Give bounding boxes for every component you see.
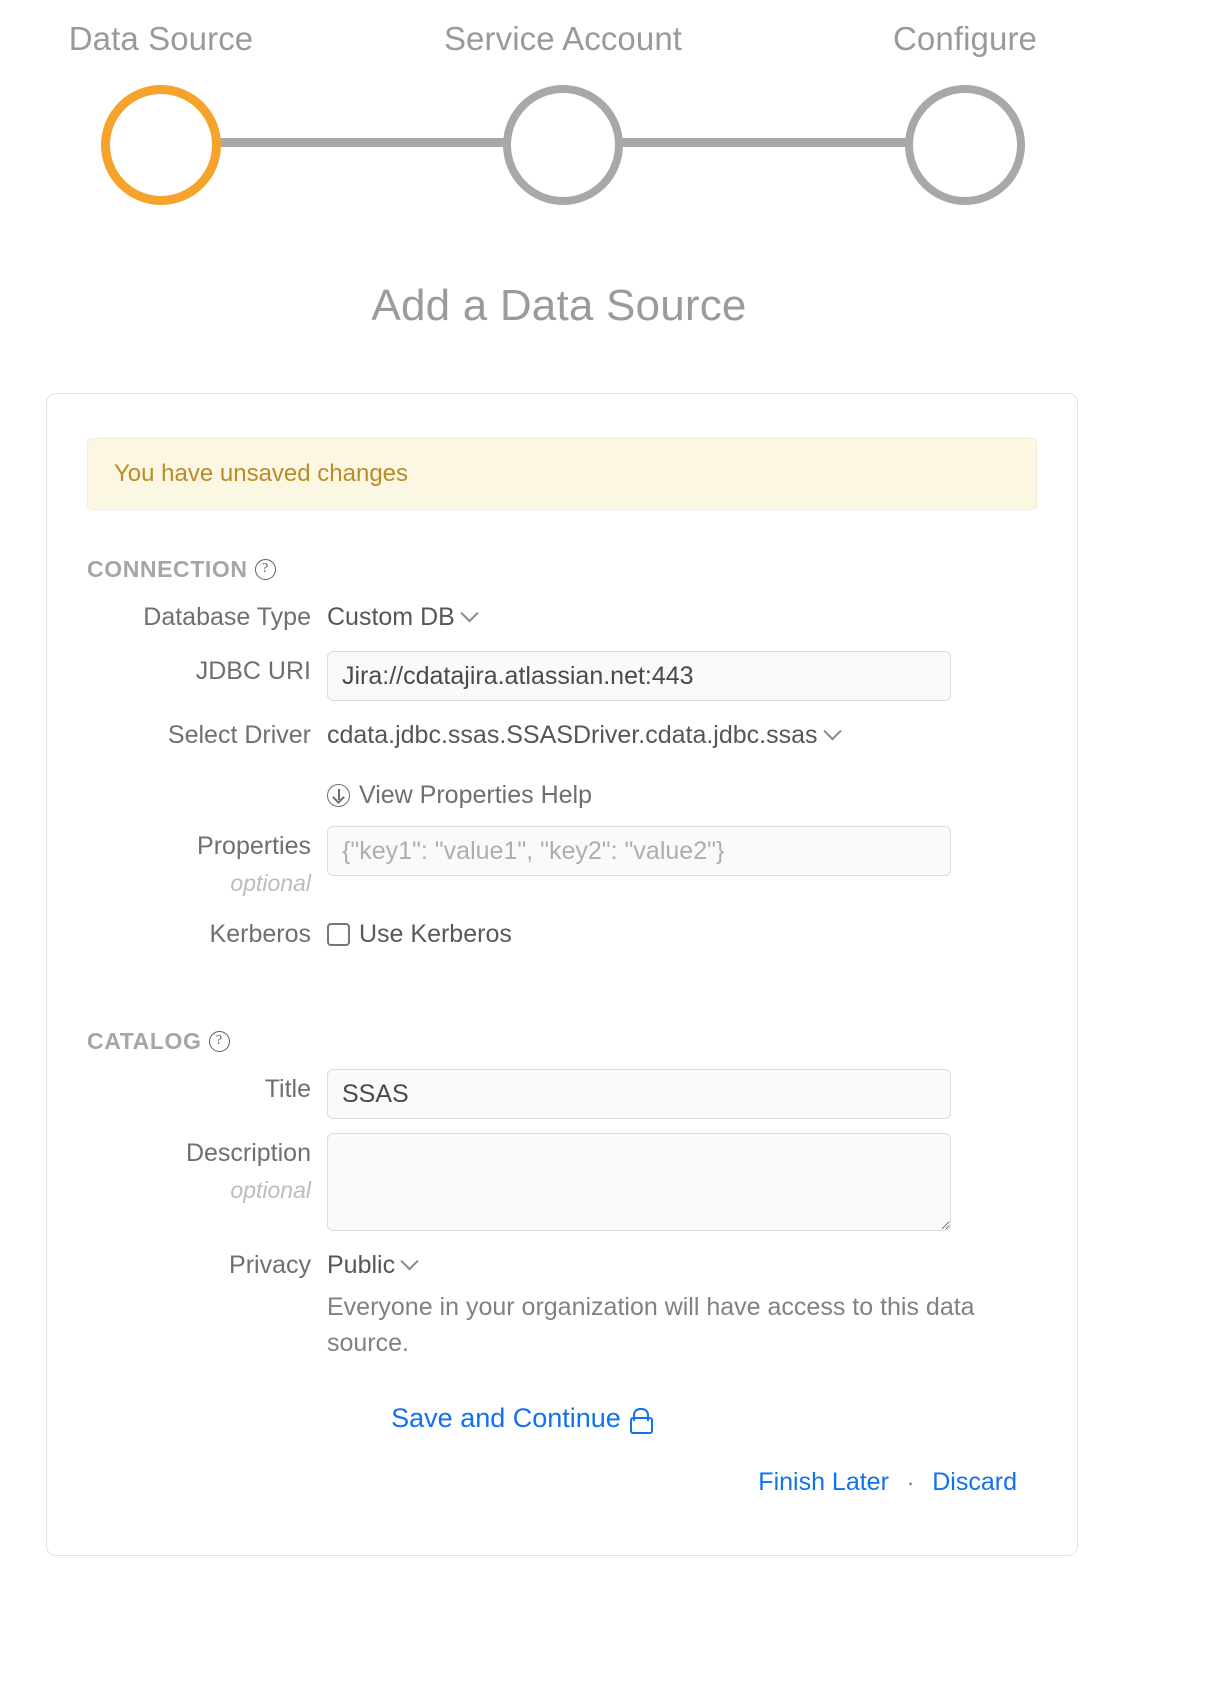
catalog-section-header: CATALOG ? — [87, 1028, 1077, 1055]
stepper-label-data-source: Data Source — [68, 20, 254, 57]
view-properties-help-link[interactable]: View Properties Help — [327, 781, 592, 810]
row-jdbc-uri: JDBC URI — [47, 651, 1077, 701]
stepper-node-data-source[interactable] — [101, 85, 221, 205]
description-textarea[interactable] — [327, 1133, 951, 1231]
select-driver-select[interactable]: cdata.jdbc.ssas.SSASDriver.cdata.jdbc.ss… — [327, 715, 842, 755]
row-title: Title — [47, 1069, 1077, 1119]
privacy-value: Public — [327, 1251, 396, 1279]
stepper-node-service-account[interactable] — [503, 85, 623, 205]
description-label-text: Description — [185, 1139, 311, 1167]
row-kerberos: Kerberos Use Kerberos — [47, 914, 1077, 954]
save-and-continue-label: Save and Continue — [391, 1403, 621, 1433]
row-database-type: Database Type Custom DB — [47, 597, 1077, 637]
finish-later-button[interactable]: Finish Later — [758, 1468, 889, 1497]
select-driver-value: cdata.jdbc.ssas.SSASDriver.cdata.jdbc.ss… — [327, 721, 818, 749]
properties-optional-text: optional — [230, 870, 311, 896]
description-optional-text: optional — [230, 1177, 311, 1203]
view-properties-help-label: View Properties Help — [359, 781, 592, 809]
actions-separator: · — [906, 1469, 915, 1495]
description-label: Description optional — [47, 1133, 327, 1207]
lock-icon — [629, 1407, 653, 1434]
row-privacy: Privacy Public Everyone in your organiza… — [47, 1245, 1077, 1361]
wizard-stepper: Data Source Service Account Configure — [0, 0, 1118, 215]
stepper-label-service-account: Service Account — [443, 20, 683, 57]
database-type-select[interactable]: Custom DB — [327, 597, 479, 637]
download-circle-icon — [327, 784, 350, 807]
chevron-down-icon — [822, 721, 842, 740]
properties-input[interactable] — [327, 826, 951, 876]
chevron-down-icon — [400, 1251, 419, 1270]
chevron-down-icon — [460, 603, 479, 622]
primary-actions: Save and Continue — [47, 1403, 1077, 1434]
page-title: Add a Data Source — [371, 281, 747, 330]
catalog-section-title: CATALOG — [87, 1028, 202, 1054]
row-properties-help: View Properties Help — [47, 769, 1077, 812]
use-kerberos-checkbox[interactable] — [327, 922, 350, 946]
properties-help-field: View Properties Help — [327, 769, 1077, 812]
privacy-select[interactable]: Public — [327, 1245, 419, 1285]
kerberos-label: Kerberos — [209, 920, 311, 948]
title-label: Title — [264, 1075, 311, 1103]
database-type-field: Custom DB — [327, 597, 1077, 637]
title-input[interactable] — [327, 1069, 951, 1119]
select-driver-field: cdata.jdbc.ssas.SSASDriver.cdata.jdbc.ss… — [327, 715, 1077, 755]
privacy-field: Public Everyone in your organization wil… — [327, 1245, 1077, 1361]
description-field — [327, 1133, 1077, 1231]
title-field — [327, 1069, 1077, 1119]
connection-section-title: CONNECTION — [87, 556, 248, 582]
data-source-form-card: You have unsaved changes CONNECTION ? Da… — [46, 393, 1078, 1556]
use-kerberos-checkbox-wrap[interactable]: Use Kerberos — [327, 914, 512, 954]
privacy-label: Privacy — [229, 1251, 311, 1279]
jdbc-uri-label: JDBC URI — [195, 657, 311, 685]
kerberos-field: Use Kerberos — [327, 914, 1077, 954]
stepper-node-configure[interactable] — [905, 85, 1025, 205]
unsaved-changes-text: You have unsaved changes — [114, 460, 409, 487]
jdbc-uri-input[interactable] — [327, 651, 951, 701]
row-select-driver: Select Driver cdata.jdbc.ssas.SSASDriver… — [47, 715, 1077, 755]
stepper-labels: Data Source Service Account Configure — [0, 20, 1118, 70]
question-circle-icon[interactable]: ? — [254, 559, 276, 580]
stepper-label-configure: Configure — [893, 20, 1037, 57]
database-type-value: Custom DB — [327, 603, 455, 631]
row-properties: Properties optional — [47, 826, 1077, 900]
secondary-actions: Finish Later · Discard — [47, 1468, 1077, 1497]
discard-button[interactable]: Discard — [932, 1468, 1017, 1497]
properties-field — [327, 826, 1077, 876]
row-description: Description optional — [47, 1133, 1077, 1231]
save-and-continue-button[interactable]: Save and Continue — [391, 1403, 653, 1434]
properties-label-text: Properties — [197, 832, 311, 860]
unsaved-changes-banner: You have unsaved changes — [87, 438, 1037, 510]
privacy-description: Everyone in your organization will have … — [327, 1293, 975, 1357]
database-type-label: Database Type — [143, 603, 311, 631]
properties-label: Properties optional — [47, 826, 327, 900]
question-circle-icon[interactable]: ? — [208, 1031, 230, 1052]
connection-section-header: CONNECTION ? — [87, 556, 1077, 583]
use-kerberos-label: Use Kerberos — [359, 920, 512, 948]
jdbc-uri-field — [327, 651, 1077, 701]
select-driver-label: Select Driver — [167, 721, 311, 749]
